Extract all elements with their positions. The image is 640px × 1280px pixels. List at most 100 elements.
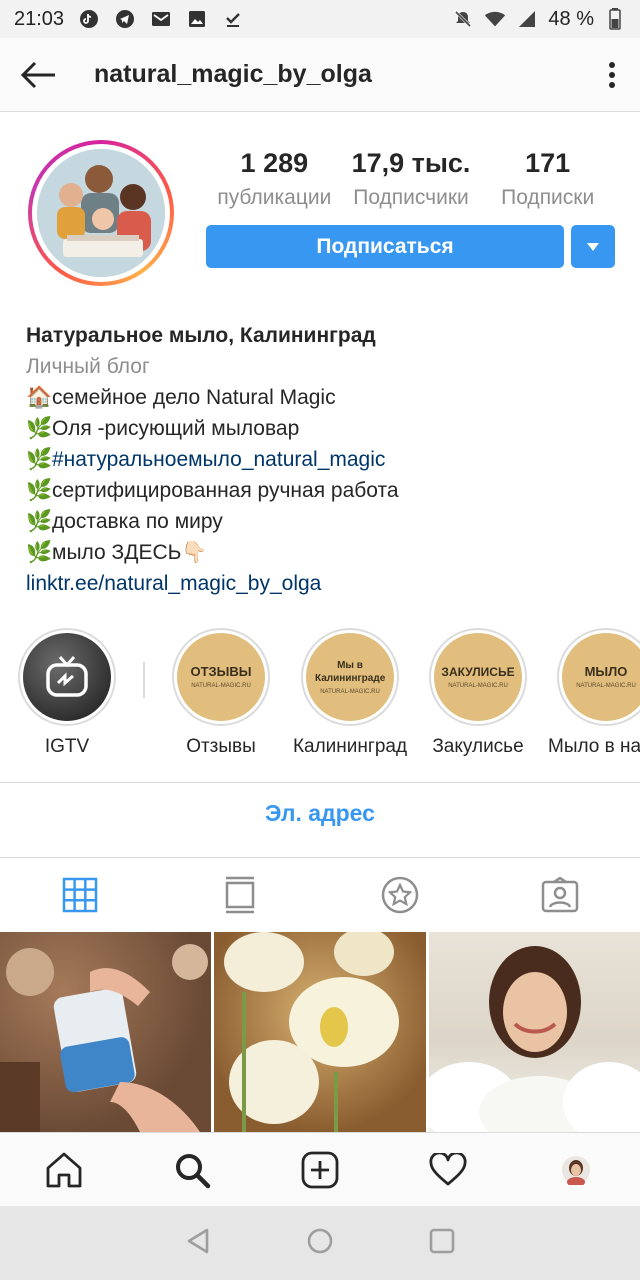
bio-line-text: семейное дело Natural Magic (52, 386, 336, 409)
bio-category: Личный блог (26, 355, 150, 378)
telegram-icon (114, 8, 136, 30)
portrait-photo-illustration (428, 946, 640, 1132)
stat-value: 17,9 тыс. (351, 148, 471, 178)
igtv-icon (46, 656, 88, 697)
system-back-button[interactable] (185, 1227, 211, 1260)
highlight-label: IGTV (44, 736, 90, 757)
system-recents-button[interactable] (429, 1228, 455, 1259)
nav-create[interactable] (256, 1133, 384, 1206)
status-left: 21:03 (14, 8, 244, 31)
bio-hashtag-link[interactable]: #натуральноемыло_natural_magic (52, 444, 385, 475)
highlight-backstage[interactable]: ЗАКУЛИСЬЕ NATURAL-MAGIC.RU Закулисье (414, 628, 542, 758)
circle-home-icon (307, 1228, 333, 1253)
battery-icon (604, 8, 626, 30)
profile-header: natural_magic_by_olga (0, 38, 640, 112)
back-button[interactable] (0, 38, 76, 112)
profile-avatar[interactable] (28, 140, 174, 286)
highlight-label: Отзывы (186, 736, 256, 757)
system-home-button[interactable] (307, 1228, 333, 1259)
square-recents-icon (429, 1228, 455, 1253)
highlight-ring: ЗАКУЛИСЬЕ NATURAL-MAGIC.RU (429, 628, 527, 726)
herb-emoji-icon: 🌿 (26, 510, 53, 533)
herb-emoji-icon: 🌿 (26, 448, 53, 471)
igtv-cover (23, 633, 111, 721)
highlight-ring: ОТЗЫВЫ NATURAL-MAGIC.RU (172, 628, 270, 726)
highlight-ring: Мы в Калининграде NATURAL-MAGIC.RU (301, 628, 399, 726)
gallery-icon (186, 8, 208, 30)
suggested-accounts-button[interactable] (571, 225, 615, 268)
stat-value: 171 (525, 148, 571, 178)
wifi-icon (484, 8, 506, 30)
bio-line: 🌿 доставка по миру (26, 506, 616, 537)
more-options-button[interactable] (584, 38, 640, 112)
stat-value: 1 289 (240, 148, 309, 178)
tab-feed[interactable] (160, 858, 320, 932)
download-done-icon (222, 8, 244, 30)
heart-icon (429, 1152, 467, 1185)
bio-name: Натуральное мыло, Калининград (26, 324, 376, 347)
kebab-menu-icon (609, 61, 615, 88)
herb-emoji-icon: 🌿 (26, 541, 53, 564)
post-thumbnail[interactable] (428, 932, 640, 1132)
bio-website-link[interactable]: linktr.ee/natural_magic_by_olga (26, 568, 616, 599)
header-username: natural_magic_by_olga (94, 60, 372, 88)
highlight-label: Калининград (292, 736, 408, 757)
highlight-igtv[interactable]: IGTV (3, 628, 131, 758)
follow-button[interactable]: Подписаться (206, 225, 564, 268)
stat-posts[interactable]: 1 289 публикации (206, 146, 343, 210)
divider (0, 782, 640, 783)
posts-grid (0, 932, 640, 1132)
story-highlights: IGTV ОТЗЫВЫ NATURAL-MAGIC.RU Отзывы Мы в… (0, 628, 640, 768)
caret-down-icon (587, 242, 599, 251)
grid-icon (62, 877, 98, 913)
stat-followers[interactable]: 17,9 тыс. Подписчики (343, 146, 480, 210)
highlight-reviews[interactable]: ОТЗЫВЫ NATURAL-MAGIC.RU Отзывы (157, 628, 285, 758)
home-icon (46, 1152, 82, 1187)
star-circle-icon (381, 876, 419, 914)
add-post-icon (301, 1151, 339, 1188)
avatar-inner (32, 144, 170, 282)
bio-line: 🌿 мыло ЗДЕСЬ👇🏻 (26, 537, 616, 568)
highlight-cover-title: Мы в Калининграде (315, 660, 386, 684)
family-photo-illustration (37, 149, 165, 277)
nav-search[interactable] (128, 1133, 256, 1206)
post-thumbnail[interactable] (214, 932, 426, 1132)
nav-profile[interactable] (512, 1133, 640, 1206)
highlight-ring: МЫЛО NATURAL-MAGIC.RU (557, 628, 640, 726)
highlight-cover: Мы в Калининграде NATURAL-MAGIC.RU (306, 633, 394, 721)
tiktok-icon (78, 8, 100, 30)
stat-following[interactable]: 171 Подписки (479, 146, 616, 210)
highlight-cover: ЗАКУЛИСЬЕ NATURAL-MAGIC.RU (434, 633, 522, 721)
system-navigation-bar (0, 1206, 640, 1280)
nav-activity[interactable] (384, 1133, 512, 1206)
highlight-cover-sub: NATURAL-MAGIC.RU (320, 689, 380, 695)
tagged-person-icon (541, 877, 579, 913)
triangle-back-icon (187, 1228, 209, 1253)
highlight-cover: ОТЗЫВЫ NATURAL-MAGIC.RU (177, 633, 265, 721)
status-time: 21:03 (14, 7, 65, 30)
bio-line: 🌿 #натуральноемыло_natural_magic (26, 444, 616, 475)
highlight-cover-title: МЫЛО (584, 664, 628, 679)
highlight-kaliningrad[interactable]: Мы в Калининграде NATURAL-MAGIC.RU Калин… (286, 628, 414, 758)
highlight-ring (18, 628, 116, 726)
signal-icon (516, 8, 538, 30)
feed-icon (225, 876, 255, 914)
highlight-cover: МЫЛО NATURAL-MAGIC.RU (562, 633, 640, 721)
tab-grid[interactable] (0, 858, 160, 932)
highlight-label: Закулисье (432, 736, 524, 757)
highlight-cover-sub: NATURAL-MAGIC.RU (448, 683, 508, 689)
profile-stats: 1 289 публикации 17,9 тыс. Подписчики 17… (206, 146, 616, 210)
bio-line: 🌿 Оля -рисующий мыловар (26, 413, 616, 444)
tab-tagged[interactable] (480, 858, 640, 932)
email-contact-button[interactable]: Эл. адрес (0, 800, 640, 827)
highlight-label: Мыло в на (548, 736, 640, 757)
bottom-navigation (0, 1132, 640, 1206)
tab-guides[interactable] (320, 858, 480, 932)
battery-percent: 48 % (548, 7, 594, 30)
profile-bio: Натуральное мыло, Калининград Личный бло… (26, 320, 616, 599)
post-thumbnail[interactable] (0, 932, 212, 1132)
highlight-cover-sub: NATURAL-MAGIC.RU (191, 683, 251, 689)
nav-home[interactable] (0, 1133, 128, 1206)
bio-line-text: сертифицированная ручная работа (52, 479, 399, 502)
highlight-soap[interactable]: МЫЛО NATURAL-MAGIC.RU Мыло в на (542, 628, 640, 758)
